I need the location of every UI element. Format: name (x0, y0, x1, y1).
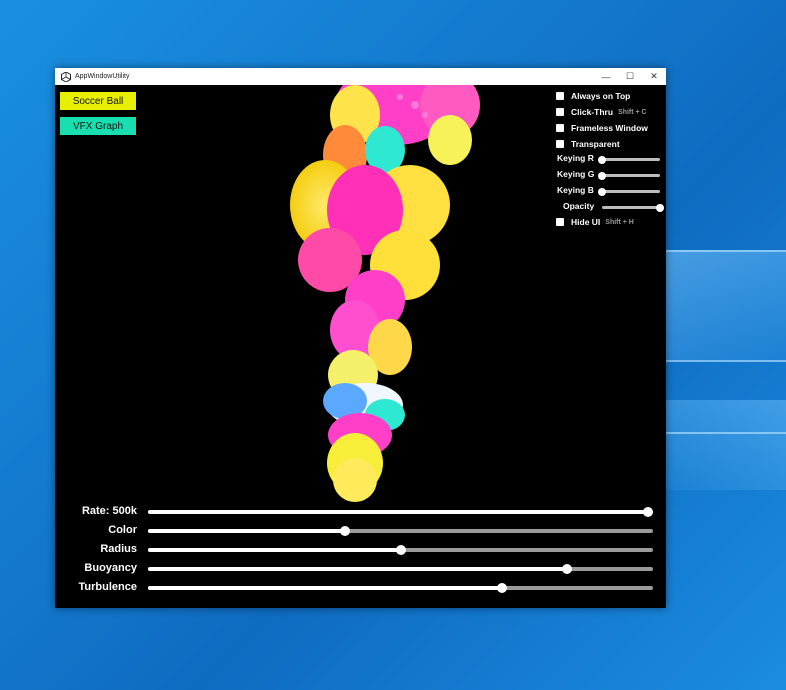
always-on-top-checkbox[interactable] (556, 92, 564, 100)
slider-fill (148, 510, 653, 514)
slider-label: Radius (100, 543, 137, 555)
frameless-window-option[interactable]: Frameless Window (556, 123, 648, 133)
opacity-label: Opacity (563, 201, 595, 211)
click-thru-shortcut: Shift + C (618, 108, 647, 116)
app-window: AppWindowUtility — ☐ ✕ Soccer Ball VFX G… (55, 68, 666, 608)
keying-g-slider-handle[interactable] (598, 172, 606, 180)
desktop-light-panel (646, 250, 786, 360)
keying-g-label: Keying G (557, 169, 595, 179)
slider-label: Color (108, 524, 137, 536)
close-button[interactable]: ✕ (642, 68, 666, 85)
click-thru-label: Click-Thru (571, 107, 614, 117)
click-thru-option[interactable]: Click-Thru Shift + C (556, 107, 647, 117)
keying-r-slider[interactable] (598, 156, 660, 164)
parameter-slider[interactable] (148, 583, 653, 593)
parameter-slider[interactable] (148, 526, 653, 536)
transparent-checkbox[interactable] (556, 140, 564, 148)
keying-b-slider-handle[interactable] (598, 188, 606, 196)
slider-label: Turbulence (78, 581, 137, 593)
parameter-slider[interactable] (148, 545, 653, 555)
keying-b-slider[interactable] (598, 188, 660, 196)
frameless-window-checkbox[interactable] (556, 124, 564, 132)
window-title: AppWindowUtility (75, 73, 130, 80)
slider-fill (148, 586, 502, 590)
unity-app-icon (60, 71, 72, 83)
desktop-light-line (646, 432, 786, 434)
hide-ui-option[interactable]: Hide UI Shift + H (556, 217, 634, 227)
game-viewport[interactable]: Soccer Ball VFX Graph Always on Top Clic… (55, 85, 666, 608)
slider-handle[interactable] (339, 526, 350, 536)
slider-handle[interactable] (496, 583, 507, 593)
parameter-slider[interactable] (148, 507, 653, 517)
hide-ui-label: Hide UI (571, 217, 601, 227)
minimize-button[interactable]: — (594, 68, 618, 85)
desktop-light-line (646, 360, 786, 362)
parameter-slider[interactable] (148, 564, 653, 574)
opacity-slider-handle[interactable] (656, 204, 664, 212)
always-on-top-option[interactable]: Always on Top (556, 91, 630, 101)
slider-handle[interactable] (395, 545, 406, 555)
slider-fill (148, 567, 568, 571)
transparent-label: Transparent (571, 139, 620, 149)
slider-handle[interactable] (643, 507, 653, 517)
desktop-light-panel (646, 400, 786, 490)
hide-ui-shortcut: Shift + H (605, 218, 634, 226)
keying-g-slider[interactable] (598, 172, 660, 180)
opacity-slider[interactable] (602, 204, 664, 212)
keying-r-label: Keying R (557, 153, 594, 163)
title-bar[interactable]: AppWindowUtility — ☐ ✕ (55, 68, 666, 85)
hide-ui-checkbox[interactable] (556, 218, 564, 226)
transparent-option[interactable]: Transparent (556, 139, 620, 149)
slider-label: Rate: 500k (81, 505, 137, 517)
keying-b-label: Keying B (557, 185, 594, 195)
frameless-window-label: Frameless Window (571, 123, 648, 133)
keying-r-slider-handle[interactable] (598, 156, 606, 164)
always-on-top-label: Always on Top (571, 91, 631, 101)
vfx-graph-button[interactable]: VFX Graph (60, 117, 136, 135)
maximize-button[interactable]: ☐ (618, 68, 642, 85)
slider-label: Buoyancy (84, 562, 137, 574)
soccer-ball-button[interactable]: Soccer Ball (60, 92, 136, 110)
desktop-light-line (646, 250, 786, 252)
slider-fill (148, 548, 401, 552)
slider-fill (148, 529, 345, 533)
click-thru-checkbox[interactable] (556, 108, 564, 116)
